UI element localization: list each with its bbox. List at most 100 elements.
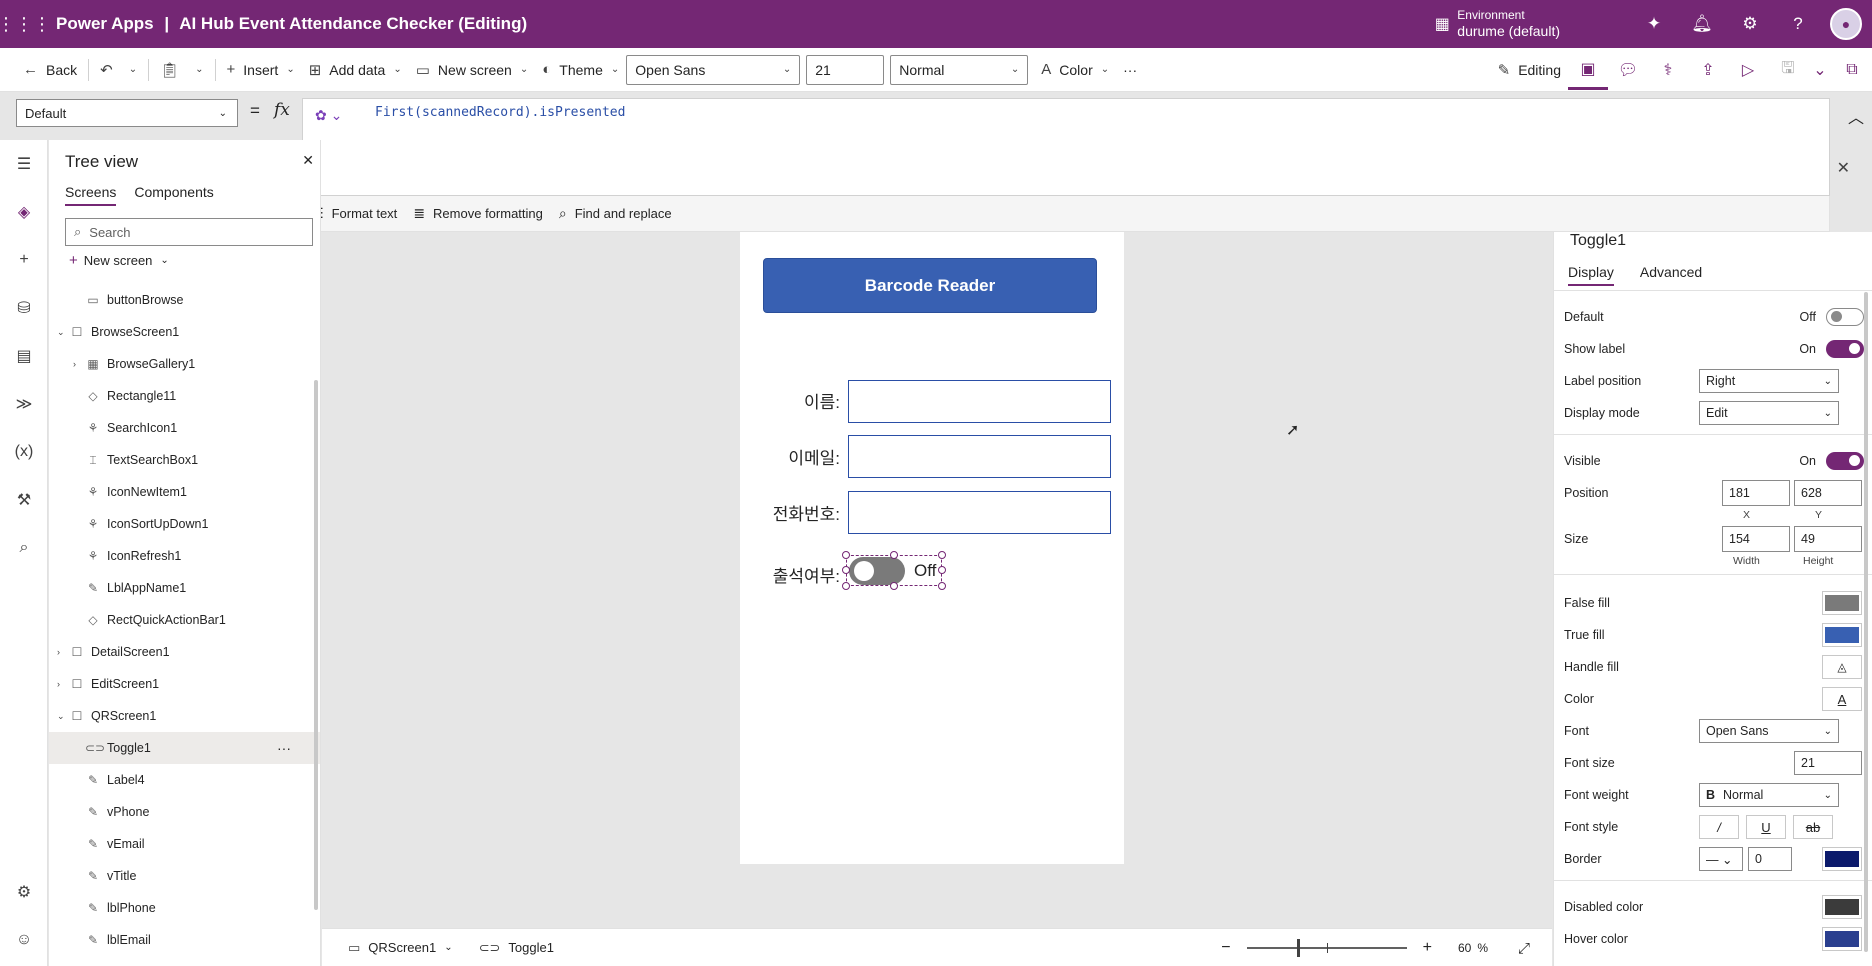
- zoom-out-icon[interactable]: −: [1221, 939, 1230, 957]
- tree-item[interactable]: ⌶ TextSearchBox1: [49, 444, 320, 476]
- close-icon[interactable]: ✕: [1837, 158, 1850, 178]
- editing-button[interactable]: ✎ Editing: [1491, 54, 1568, 86]
- tree-scrollbar[interactable]: [314, 380, 318, 910]
- tree-item[interactable]: ⚘ SearchIcon1: [49, 412, 320, 444]
- tree-item[interactable]: ⚘ IconSortUpDown1: [49, 508, 320, 540]
- false-fill-picker[interactable]: [1822, 591, 1862, 615]
- default-switch[interactable]: Off: [1800, 308, 1864, 326]
- font-dropdown[interactable]: Open Sans ⌄: [626, 54, 801, 85]
- tree-item[interactable]: ◇ RectQuickActionBar1: [49, 604, 320, 636]
- help-icon[interactable]: ?: [1774, 0, 1822, 48]
- insert-icon[interactable]: +: [0, 236, 48, 284]
- collapse-formula-icon[interactable]: ︿: [1848, 104, 1864, 128]
- app-checker-icon[interactable]: ▣: [1568, 50, 1608, 90]
- tab-advanced[interactable]: Advanced: [1640, 264, 1702, 286]
- tree-item[interactable]: › ☐ EditScreen1: [49, 668, 320, 700]
- strikethrough-button[interactable]: ab: [1793, 815, 1833, 839]
- resize-handle[interactable]: [938, 551, 946, 559]
- save-icon[interactable]: 🖫︎: [1768, 50, 1808, 90]
- barcode-reader-button[interactable]: Barcode Reader: [763, 258, 1097, 313]
- theme-button[interactable]: ◐ Theme ⌄: [535, 54, 626, 86]
- underline-button[interactable]: U: [1746, 815, 1786, 839]
- chevron-down-icon[interactable]: ⌄: [1808, 50, 1832, 90]
- breadcrumb-screen[interactable]: ▭ QRScreen1 ⌄: [348, 940, 453, 956]
- disabled-color-picker[interactable]: [1822, 895, 1862, 919]
- tree-item[interactable]: ◇ Rectangle11: [49, 380, 320, 412]
- properties-scrollbar[interactable]: [1864, 292, 1868, 952]
- close-icon[interactable]: ✕: [302, 152, 314, 169]
- show-label-toggle[interactable]: [1826, 340, 1864, 358]
- position-y-input[interactable]: 628: [1794, 480, 1862, 506]
- phone-field[interactable]: [848, 491, 1111, 534]
- resize-handle[interactable]: [842, 582, 850, 590]
- account-icon[interactable]: ☺: [0, 916, 48, 964]
- italic-button[interactable]: /: [1699, 815, 1739, 839]
- formula-text[interactable]: First(scannedRecord).isPresented: [375, 105, 625, 120]
- tools-icon[interactable]: ⚒: [0, 476, 48, 524]
- show-label-switch[interactable]: On: [1799, 340, 1864, 358]
- undo-button[interactable]: ↶ ⌄: [93, 54, 144, 86]
- height-input[interactable]: 49: [1794, 526, 1862, 552]
- settings-icon[interactable]: ⚙: [0, 868, 48, 916]
- resize-handle[interactable]: [938, 582, 946, 590]
- back-button[interactable]: ← Back: [16, 54, 84, 86]
- attendance-toggle[interactable]: [849, 557, 905, 585]
- find-replace-button[interactable]: ⌕ Find and replace: [559, 205, 672, 222]
- tree-item[interactable]: ▭ buttonBrowse: [49, 284, 320, 316]
- tree-item[interactable]: ✎ lblEmail: [49, 924, 320, 956]
- insert-button[interactable]: + Insert ⌄: [220, 54, 302, 86]
- border-style-dropdown[interactable]: — ⌄: [1699, 847, 1743, 871]
- share-icon[interactable]: ⇪: [1688, 50, 1728, 90]
- fit-to-window-icon[interactable]: ⤢: [1518, 940, 1530, 957]
- tree-search-input[interactable]: ⌕ Search: [65, 218, 313, 246]
- tree-item[interactable]: ✎ LblAppName1: [49, 572, 320, 604]
- width-input[interactable]: 154: [1722, 526, 1790, 552]
- avatar[interactable]: ●: [1830, 8, 1862, 40]
- more-button[interactable]: ···: [1116, 54, 1144, 86]
- tree-item[interactable]: ⊂⊃ Toggle1 ···: [49, 732, 320, 764]
- zoom-in-icon[interactable]: +: [1423, 939, 1432, 957]
- font-weight-dropdown[interactable]: Normal ⌄: [890, 54, 1029, 85]
- tree-item[interactable]: ✎ Label4: [49, 764, 320, 796]
- tab-screens[interactable]: Screens: [65, 184, 117, 206]
- chevron-down-icon[interactable]: ⌄: [57, 711, 65, 722]
- color-picker[interactable]: A: [1822, 687, 1862, 711]
- copilot-formula-icon[interactable]: ✿ ⌄: [315, 107, 342, 124]
- health-icon[interactable]: ⚕: [1648, 50, 1688, 90]
- app-launcher-icon[interactable]: ⋮⋮⋮: [0, 0, 51, 48]
- resize-handle[interactable]: [938, 566, 946, 574]
- formula-editor[interactable]: ✿ ⌄ First(scannedRecord).isPresented: [302, 98, 1830, 196]
- font-size-input[interactable]: 21: [1794, 751, 1862, 775]
- new-screen-button[interactable]: ▭ New screen ⌄: [409, 54, 536, 86]
- chevron-right-icon[interactable]: ›: [57, 647, 60, 657]
- tree-item[interactable]: ✎ vPhone: [49, 796, 320, 828]
- power-automate-icon[interactable]: ≫: [0, 380, 48, 428]
- tree-item[interactable]: ✎ vTitle: [49, 860, 320, 892]
- tree-item[interactable]: ⚘ IconRefresh1: [49, 540, 320, 572]
- play-icon[interactable]: ▷: [1728, 50, 1768, 90]
- font-weight-dropdown[interactable]: B Normal ⌄: [1699, 783, 1839, 807]
- resize-handle[interactable]: [842, 566, 850, 574]
- variables-icon[interactable]: (x): [0, 428, 48, 476]
- tree-item[interactable]: › ☐ DetailScreen1: [49, 636, 320, 668]
- position-x-input[interactable]: 181: [1722, 480, 1790, 506]
- border-color-picker[interactable]: [1822, 847, 1862, 871]
- tree-item[interactable]: ✎ lblPhone: [49, 892, 320, 924]
- default-toggle[interactable]: [1826, 308, 1864, 326]
- name-field[interactable]: [848, 380, 1111, 423]
- font-dropdown[interactable]: Open Sans ⌄: [1699, 719, 1839, 743]
- resize-handle[interactable]: [842, 551, 850, 559]
- color-button[interactable]: A Color ⌄: [1034, 54, 1116, 86]
- visible-toggle[interactable]: [1826, 452, 1864, 470]
- font-size-input[interactable]: 21: [806, 54, 885, 85]
- data-icon[interactable]: ⛁: [0, 284, 48, 332]
- tree-item[interactable]: › ▦ BrowseGallery1: [49, 348, 320, 380]
- chevron-down-icon[interactable]: ⌄: [57, 327, 65, 338]
- notifications-icon[interactable]: 🔔︎: [1678, 0, 1726, 48]
- new-screen-button[interactable]: + New screen ⌄: [69, 252, 169, 269]
- tab-components[interactable]: Components: [134, 184, 213, 206]
- remove-formatting-button[interactable]: ≣ Remove formatting: [413, 205, 543, 222]
- settings-icon[interactable]: ⚙: [1726, 0, 1774, 48]
- chevron-right-icon[interactable]: ›: [57, 679, 60, 689]
- display-mode-dropdown[interactable]: Edit ⌄: [1699, 401, 1839, 425]
